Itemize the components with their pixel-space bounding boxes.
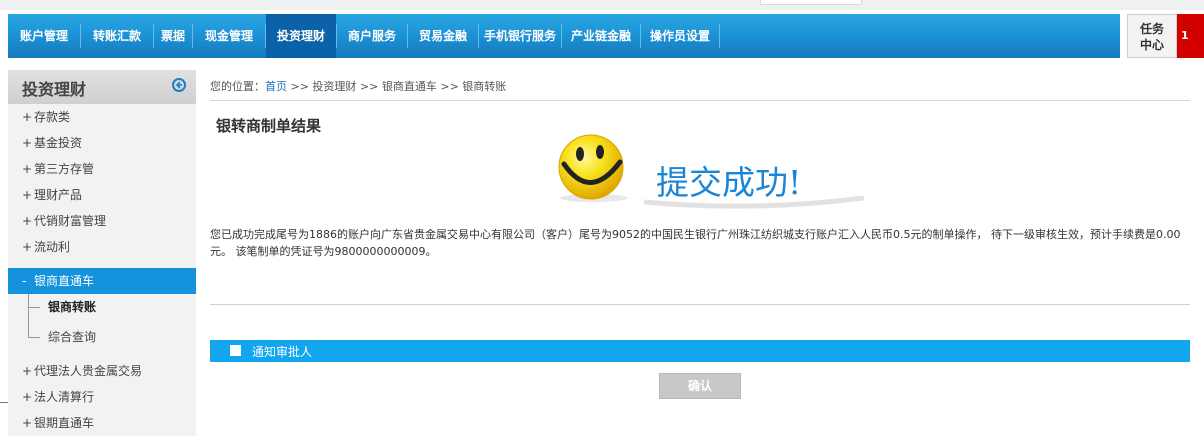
breadcrumb: 您的位置：首页 >> 投资理财 >> 银商直通车 >> 银商转账 bbox=[210, 78, 506, 94]
sidebar-item-clearing-bank[interactable]: + 法人清算行 bbox=[8, 384, 196, 410]
nav-item-account[interactable]: 账户管理 bbox=[8, 14, 80, 58]
sidebar-title: 投资理财 bbox=[22, 80, 87, 99]
sidebar-item-label: 银商转账 bbox=[48, 300, 97, 314]
nav-item-bill[interactable]: 票据 bbox=[154, 14, 192, 58]
nav-item-operator[interactable]: 操作员设置 bbox=[641, 14, 719, 58]
task-count-badge: 1 bbox=[1177, 14, 1204, 58]
breadcrumb-prefix: 您的位置： bbox=[210, 80, 265, 93]
nav-item-merchant[interactable]: 商户服务 bbox=[337, 14, 407, 58]
main-nav: 账户管理 转账汇款 票据 现金管理 投资理财 商户服务 贸易金融 手机银行服务 … bbox=[8, 14, 1120, 58]
sidebar-item-label: 代理法人贵金属交易 bbox=[34, 364, 143, 378]
nav-item-transfer[interactable]: 转账汇款 bbox=[81, 14, 153, 58]
breadcrumb-divider bbox=[210, 100, 1190, 101]
collapse-minus-icon: - bbox=[22, 274, 27, 288]
top-strip-box bbox=[760, 0, 862, 5]
nav-item-trade-finance[interactable]: 贸易金融 bbox=[408, 14, 478, 58]
sidebar-item-fund[interactable]: + 基金投资 bbox=[8, 130, 196, 156]
breadcrumb-path: >> 投资理财 >> 银商直通车 >> 银商转账 bbox=[287, 80, 507, 93]
confirm-button[interactable]: 确认 bbox=[659, 373, 741, 399]
sidebar-item-yinshang-direct[interactable]: - 银商直通车 bbox=[8, 268, 196, 294]
sidebar-item-label: 银商直通车 bbox=[34, 274, 95, 288]
content-divider bbox=[210, 304, 1190, 305]
expand-plus-icon: + bbox=[22, 240, 33, 254]
notify-approver-checkbox[interactable] bbox=[230, 345, 241, 356]
sidebar-item-label: 理财产品 bbox=[34, 188, 83, 202]
sidebar-item-label: 法人清算行 bbox=[34, 390, 95, 404]
sidebar-item-label: 银期直通车 bbox=[34, 416, 95, 430]
nav-item-cash[interactable]: 现金管理 bbox=[193, 14, 265, 58]
sidebar-item-third-party[interactable]: + 第三方存管 bbox=[8, 156, 196, 182]
sidebar-item-wealth-products[interactable]: + 理财产品 bbox=[8, 182, 196, 208]
sidebar-item-label: 流动利 bbox=[34, 240, 71, 254]
expand-plus-icon: + bbox=[22, 162, 33, 176]
notify-approver-label: 通知审批人 bbox=[252, 345, 313, 359]
notify-approver-bar: 通知审批人 bbox=[210, 340, 1190, 362]
task-center-line2: 中心 bbox=[1139, 38, 1164, 52]
expand-plus-icon: + bbox=[22, 188, 33, 202]
sidebar-item-label: 第三方存管 bbox=[34, 162, 95, 176]
sidebar-item-futures-direct[interactable]: + 银期直通车 bbox=[8, 410, 196, 436]
sidebar-item-label: 综合查询 bbox=[48, 330, 97, 344]
expand-plus-icon: + bbox=[22, 364, 33, 378]
sidebar-item-wealth-mgmt[interactable]: + 代销财富管理 bbox=[8, 208, 196, 234]
page-title: 银转商制单结果 bbox=[216, 117, 322, 135]
sidebar: 投资理财 + 存款类 + 基金投资 + 第三方存管 + 理财产品 + 代销财富管… bbox=[8, 70, 196, 436]
smiley-icon bbox=[558, 134, 628, 202]
nav-item-supply-chain[interactable]: 产业链金融 bbox=[562, 14, 640, 58]
sidebar-subitem-transfer[interactable]: 银商转账 bbox=[8, 294, 196, 320]
decorative-swoosh bbox=[644, 196, 864, 209]
task-center-line1: 任务 bbox=[1139, 22, 1164, 36]
sidebar-item-liudongli[interactable]: + 流动利 bbox=[8, 234, 196, 260]
sidebar-item-label: 代销财富管理 bbox=[34, 214, 107, 228]
nav-divider bbox=[719, 24, 720, 48]
sidebar-subitem-query[interactable]: 综合查询 bbox=[8, 324, 196, 350]
expand-plus-icon: + bbox=[22, 136, 33, 150]
expand-plus-icon: + bbox=[22, 110, 33, 124]
sidebar-item-label: 基金投资 bbox=[34, 136, 83, 150]
sidebar-item-label: 存款类 bbox=[34, 110, 71, 124]
expand-plus-icon: + bbox=[22, 214, 33, 228]
circle-arrow-left-icon[interactable] bbox=[172, 78, 186, 92]
sidebar-item-precious-metals[interactable]: + 代理法人贵金属交易 bbox=[8, 358, 196, 384]
nav-item-mobile-banking[interactable]: 手机银行服务 bbox=[479, 14, 561, 58]
sidebar-header: 投资理财 bbox=[8, 70, 196, 104]
nav-item-investment[interactable]: 投资理财 bbox=[266, 14, 336, 58]
result-message: 您已成功完成尾号为1886的账户向广东省贵金属交易中心有限公司（客户）尾号为90… bbox=[210, 228, 1181, 258]
expand-plus-icon: + bbox=[22, 416, 33, 430]
breadcrumb-home-link[interactable]: 首页 bbox=[265, 80, 287, 93]
left-edge-tick bbox=[0, 402, 8, 403]
sidebar-item-deposit[interactable]: + 存款类 bbox=[8, 104, 196, 130]
expand-plus-icon: + bbox=[22, 390, 33, 404]
top-strip bbox=[0, 0, 1204, 10]
task-center-button[interactable]: 任务 中心 bbox=[1127, 14, 1177, 58]
